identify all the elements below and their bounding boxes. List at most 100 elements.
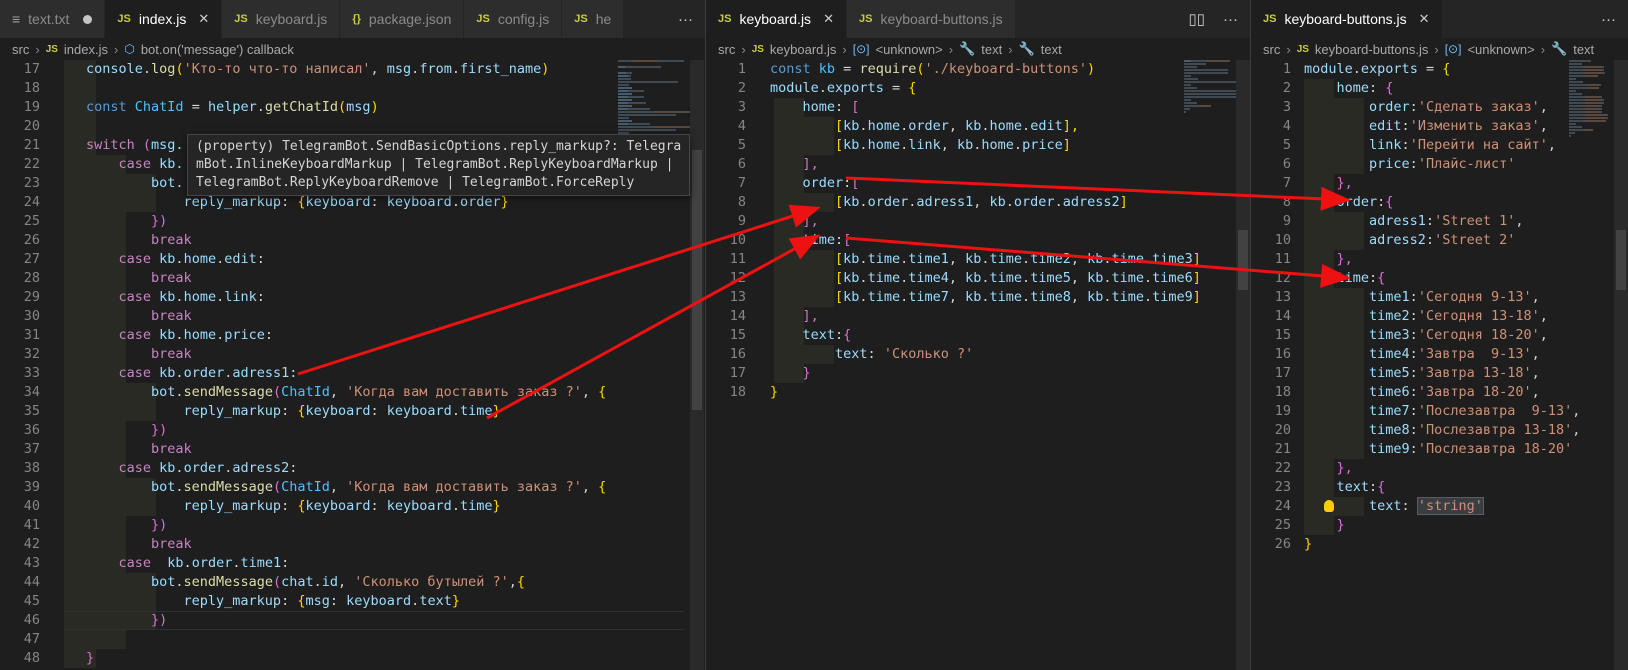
minimap-line [1569,129,1582,131]
tab-keyboard-buttons-js[interactable]: JS keyboard-buttons.js [846,0,1016,38]
vertical-scrollbar[interactable] [690,60,704,670]
code-line: 31 case kb.home.price: [0,326,705,344]
tab-keyboard-buttons-js[interactable]: JS keyboard-buttons.js ✕ [1251,0,1443,38]
line-number: 29 [23,289,40,305]
code-area[interactable]: 1 const kb = require('./keyboard-buttons'… [706,60,1250,670]
more-actions-icon[interactable]: ··· [1601,11,1616,28]
more-actions-icon[interactable]: ··· [1223,11,1238,28]
line-number: 15 [729,327,746,343]
code-token: : [1409,289,1418,305]
code-token: }) [86,213,168,229]
code-token: home [867,118,901,134]
code-token: ] [1192,289,1201,305]
close-icon[interactable]: ✕ [198,11,209,27]
minimap-line [1196,78,1198,80]
close-icon[interactable]: ✕ [1419,11,1430,27]
vertical-scrollbar[interactable] [1614,60,1628,670]
code-text: break [86,232,192,248]
code-text: time4:'Завтра 9-13', [1304,346,1540,362]
breadcrumb-item[interactable]: <unknown> [875,42,942,57]
minimap-line [1569,102,1583,104]
code-token: , [1539,308,1548,324]
code-token: , [338,574,355,590]
code-token: keyboard [386,403,452,419]
breadcrumb-item[interactable]: bot.on('message') callback [141,42,294,57]
tab-config-js[interactable]: JS config.js [464,0,563,38]
breadcrumb-item[interactable]: keyboard-buttons.js [1315,42,1428,57]
code-token: : [1401,137,1410,153]
code-token: kb [843,137,860,153]
code-token: time [867,289,901,305]
code-line: 26} [1251,535,1628,553]
minimap-line [1195,87,1197,89]
code-token: . [818,80,827,96]
code-token: . [175,479,184,495]
tab-keyboard-js[interactable]: JS keyboard.js ✕ [706,0,847,38]
minimap-line [1569,60,1576,62]
minimap-line [1585,102,1602,104]
code-token: }, [1304,460,1353,476]
code-token: ] [1192,270,1201,286]
code-token: [ [770,251,844,267]
more-actions-icon[interactable]: ··· [678,11,693,28]
code-token: order [183,460,225,476]
scrollbar-thumb[interactable] [1616,230,1626,290]
code-token: home [183,251,217,267]
code-token: , [973,194,990,210]
scrollbar-thumb[interactable] [692,150,702,410]
minimap-line [632,111,644,113]
code-token: time [989,251,1023,267]
minimap-line [1184,66,1193,68]
tab-index-js[interactable]: JS index.js ✕ [105,0,223,38]
code-token: kb [1087,289,1104,305]
breadcrumb-item[interactable]: <unknown> [1467,42,1534,57]
minimap-line [1569,72,1582,74]
line-number: 10 [1274,232,1291,248]
code-token: . [859,270,868,286]
tooltip-line: mBot.InlineKeyboardMarkup | TelegramBot.… [196,157,674,172]
split-editor-icon[interactable]: ▯▯ [1188,10,1205,28]
breadcrumb-item[interactable]: src [12,42,29,57]
code-token: . [900,289,909,305]
breadcrumb-item[interactable]: text [1573,42,1594,57]
code-token: , [1572,422,1581,438]
current-line-highlight [64,611,684,630]
line-number: 32 [23,346,40,362]
minimap-line [642,90,644,92]
code-token: : [256,251,265,267]
code-token: , [1070,289,1088,305]
minimap-line [1569,114,1583,116]
code-token: , [329,384,347,400]
breadcrumb-item[interactable]: text [1041,42,1062,57]
code-text: ], [770,308,819,324]
close-icon[interactable]: ✕ [823,11,834,27]
line-number: 9 [737,213,746,229]
breadcrumb-item[interactable]: src [718,42,735,57]
tab-keyboard-js[interactable]: JS keyboard.js [222,0,341,38]
line-number: 5 [1282,137,1291,153]
breadcrumb-item[interactable]: text [981,42,1002,57]
tab-text-txt[interactable]: ≡ text.txt [0,0,106,38]
minimap-line [1606,114,1608,116]
chevron-right-icon: › [1008,41,1013,57]
code-token: time4 [1304,346,1410,362]
breadcrumb-item[interactable]: index.js [64,42,108,57]
code-token: bot [86,384,176,400]
code-token: text [770,327,836,343]
code-line: 13 time1:'Сегодня 9-13', [1251,288,1628,306]
code-token: time [867,251,901,267]
tab-package-json[interactable]: {} package.json [340,0,465,38]
code-token: text [1304,479,1370,495]
tab-he[interactable]: JS he [562,0,625,38]
chevron-right-icon: › [1434,41,1439,57]
code-line: 5 [kb.home.link, kb.home.price] [706,136,1250,154]
vertical-scrollbar[interactable] [1236,60,1250,670]
code-line: 14 time2:'Сегодня 13-18', [1251,307,1628,325]
minimap-line [1184,99,1191,101]
breadcrumb-item[interactable]: src [1263,42,1280,57]
breadcrumb-item[interactable]: keyboard.js [770,42,836,57]
scrollbar-thumb[interactable] [1238,230,1248,290]
lightbulb-icon[interactable] [1324,500,1334,512]
minimap-line [1184,108,1190,110]
minimap-line [1602,99,1604,101]
